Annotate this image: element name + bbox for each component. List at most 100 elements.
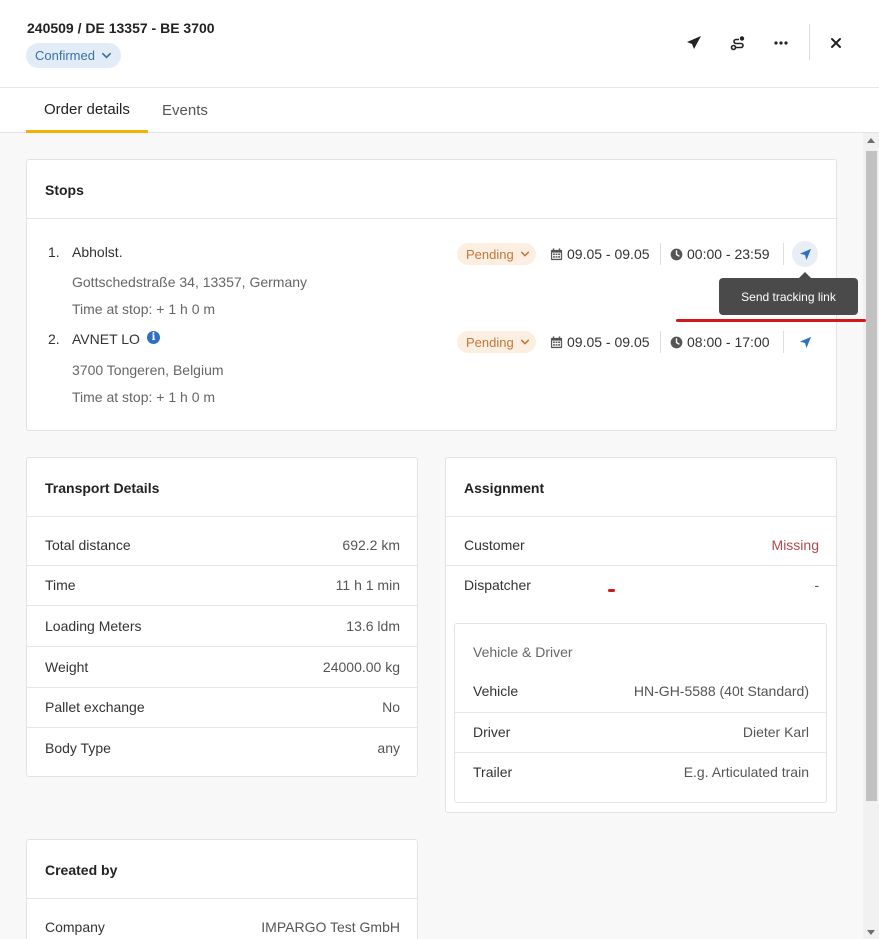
send-button[interactable] xyxy=(681,30,707,56)
stop-status-label: Pending xyxy=(466,246,514,262)
detail-value: 13.6 ldm xyxy=(346,618,400,634)
detail-label: Driver xyxy=(473,724,511,740)
calendar-icon xyxy=(550,247,563,260)
detail-label: Body Type xyxy=(45,740,111,756)
detail-label: Weight xyxy=(45,659,89,675)
divider xyxy=(27,898,417,899)
detail-row: Pallet exchange No xyxy=(27,687,417,727)
divider xyxy=(783,243,784,265)
status-label: Confirmed xyxy=(35,48,95,63)
route-icon xyxy=(730,36,745,51)
divider xyxy=(446,516,836,517)
detail-value: IMPARGO Test GmbH xyxy=(261,919,400,935)
detail-label: Dispatcher xyxy=(464,577,531,593)
detail-value: any xyxy=(377,740,400,756)
chevron-down-icon xyxy=(101,52,111,59)
stop-name: AVNET LO xyxy=(72,331,140,347)
driver-row[interactable]: Driver Dieter Karl xyxy=(455,712,826,752)
transport-details-title: Transport Details xyxy=(45,480,160,496)
stop-date: 09.05 - 09.05 xyxy=(550,246,650,262)
stop-status-label: Pending xyxy=(466,334,514,350)
divider xyxy=(783,331,784,353)
navigation-arrow-icon xyxy=(799,248,811,260)
customer-row[interactable]: Customer Missing xyxy=(446,525,836,565)
stop-time-text: 00:00 - 23:59 xyxy=(687,246,770,262)
tab-bar: Order details Events xyxy=(0,88,879,133)
stop-status-dropdown[interactable]: Pending xyxy=(457,243,536,265)
assignment-card: Assignment Customer Missing Dispatcher -… xyxy=(445,457,837,813)
detail-value: 11 h 1 min xyxy=(335,577,400,593)
detail-label: Customer xyxy=(464,537,525,553)
stops-card: Stops 1. Abholst. Gottschedstraße 34, 13… xyxy=(26,159,837,431)
vehicle-row[interactable]: Vehicle HN-GH-5588 (40t Standard) xyxy=(455,671,826,711)
trailer-row[interactable]: Trailer E.g. Articulated train xyxy=(455,752,826,792)
detail-row: Total distance 692.2 km xyxy=(27,525,417,565)
annotation-mark xyxy=(608,589,615,592)
customer-value: Missing xyxy=(771,537,819,553)
detail-label: Time xyxy=(45,577,76,593)
detail-label: Total distance xyxy=(45,537,131,553)
more-options-button[interactable] xyxy=(768,30,794,56)
header-divider xyxy=(809,24,810,60)
detail-value: 24000.00 kg xyxy=(322,659,400,675)
stop-time-at-stop: Time at stop: + 1 h 0 m xyxy=(72,389,216,405)
stop-name: Abholst. xyxy=(72,244,123,260)
annotation-underline xyxy=(676,319,866,322)
detail-label: Vehicle xyxy=(473,683,519,699)
calendar-icon xyxy=(550,335,563,348)
vehicle-value: HN-GH-5588 (40t Standard) xyxy=(633,683,809,699)
stop-time-at-stop: Time at stop: + 1 h 0 m xyxy=(72,301,216,317)
detail-label: Trailer xyxy=(473,764,513,780)
divider xyxy=(660,331,661,353)
dispatcher-value: - xyxy=(814,577,819,593)
paper-plane-icon xyxy=(687,36,701,49)
detail-value: No xyxy=(382,699,400,715)
stop-address: 3700 Tongeren, Belgium xyxy=(72,362,224,378)
trailer-value: E.g. Articulated train xyxy=(683,764,809,780)
transport-details-card: Transport Details Total distance 692.2 k… xyxy=(26,457,418,777)
stop-address: Gottschedstraße 34, 13357, Germany xyxy=(72,274,308,290)
more-icon xyxy=(774,41,788,45)
content-area: Stops 1. Abholst. Gottschedstraße 34, 13… xyxy=(0,133,863,939)
route-button[interactable] xyxy=(725,30,751,56)
stops-title: Stops xyxy=(45,182,84,198)
clock-icon xyxy=(670,336,683,348)
created-by-card: Created by Company IMPARGO Test GmbH xyxy=(26,839,418,939)
stop-number: 2. xyxy=(48,331,60,347)
created-by-title: Created by xyxy=(45,862,118,878)
dispatcher-row[interactable]: Dispatcher - xyxy=(446,565,836,605)
close-button[interactable] xyxy=(823,30,849,56)
detail-label: Pallet exchange xyxy=(45,699,145,715)
send-tracking-link-button[interactable] xyxy=(792,329,818,355)
divider xyxy=(27,218,836,219)
detail-row: Loading Meters 13.6 ldm xyxy=(27,606,417,646)
detail-row: Company IMPARGO Test GmbH xyxy=(27,907,417,939)
tab-order-details[interactable]: Order details xyxy=(26,88,148,133)
driver-value: Dieter Karl xyxy=(742,724,809,740)
stop-time-text: 08:00 - 17:00 xyxy=(687,334,770,350)
vehicle-driver-title: Vehicle & Driver xyxy=(473,644,573,660)
detail-value: 692.2 km xyxy=(342,537,400,553)
status-dropdown[interactable]: Confirmed xyxy=(26,43,121,68)
order-title: 240509 / DE 13357 - BE 3700 xyxy=(27,20,215,36)
chevron-down-icon xyxy=(520,339,529,345)
vertical-scrollbar[interactable] xyxy=(863,133,879,939)
detail-row: Body Type any xyxy=(27,728,417,768)
stop-date-text: 09.05 - 09.05 xyxy=(567,246,650,262)
info-icon[interactable]: i xyxy=(147,331,160,344)
detail-row: Time 11 h 1 min xyxy=(27,565,417,605)
divider xyxy=(27,516,417,517)
stop-date-text: 09.05 - 09.05 xyxy=(567,334,650,350)
stop-number: 1. xyxy=(48,244,60,260)
scroll-down-arrow[interactable] xyxy=(867,930,875,935)
clock-icon xyxy=(670,248,683,260)
divider xyxy=(660,243,661,265)
stop-time-window: 00:00 - 23:59 xyxy=(670,246,770,262)
tab-events[interactable]: Events xyxy=(144,88,226,133)
scroll-up-arrow[interactable] xyxy=(867,138,875,143)
scroll-thumb[interactable] xyxy=(866,151,877,801)
assignment-title: Assignment xyxy=(464,480,545,496)
send-tracking-link-button[interactable] xyxy=(792,241,818,267)
stop-status-dropdown[interactable]: Pending xyxy=(457,331,536,353)
tracking-link-tooltip: Send tracking link xyxy=(719,272,858,315)
